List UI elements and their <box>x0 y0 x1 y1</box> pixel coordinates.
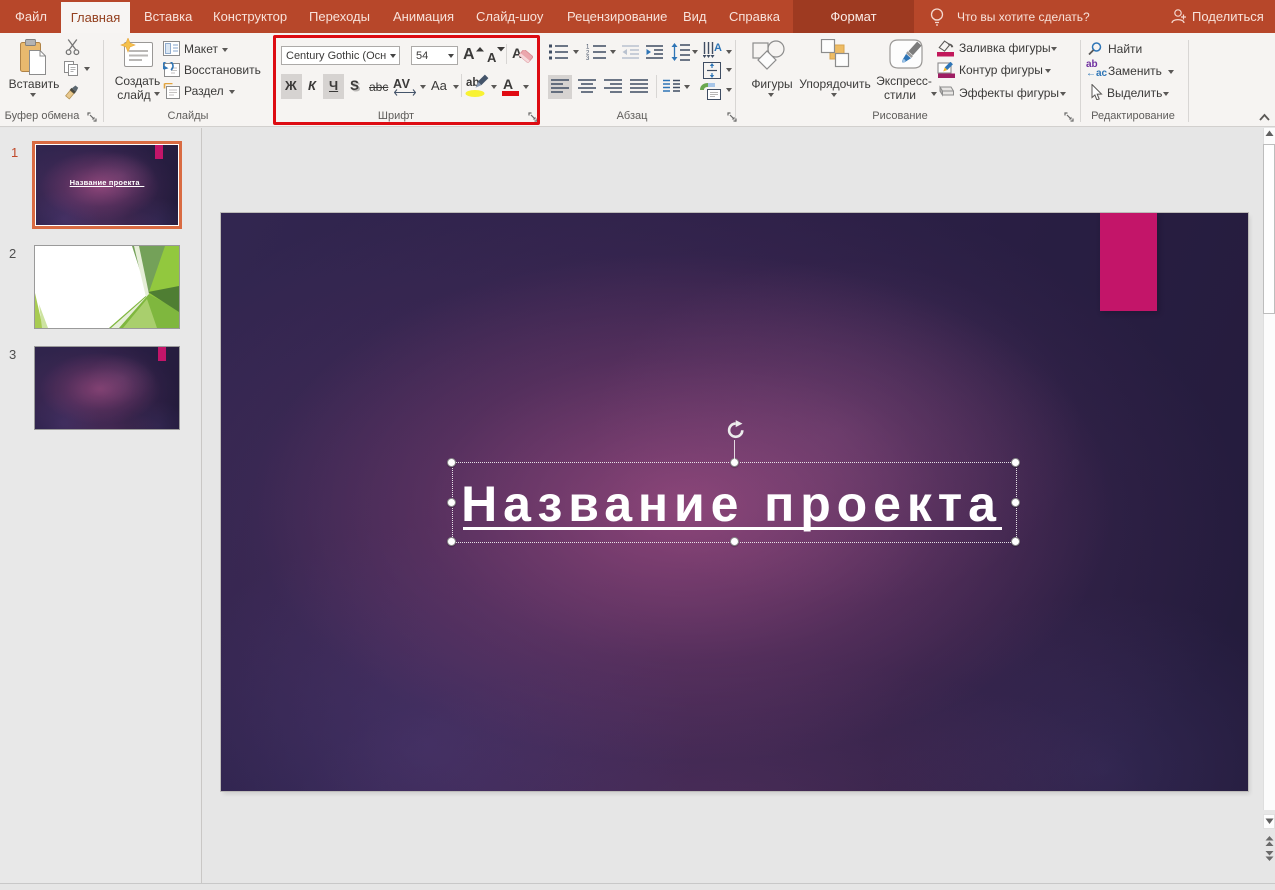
svg-text:A: A <box>714 42 722 54</box>
svg-text:3: 3 <box>586 56 590 60</box>
